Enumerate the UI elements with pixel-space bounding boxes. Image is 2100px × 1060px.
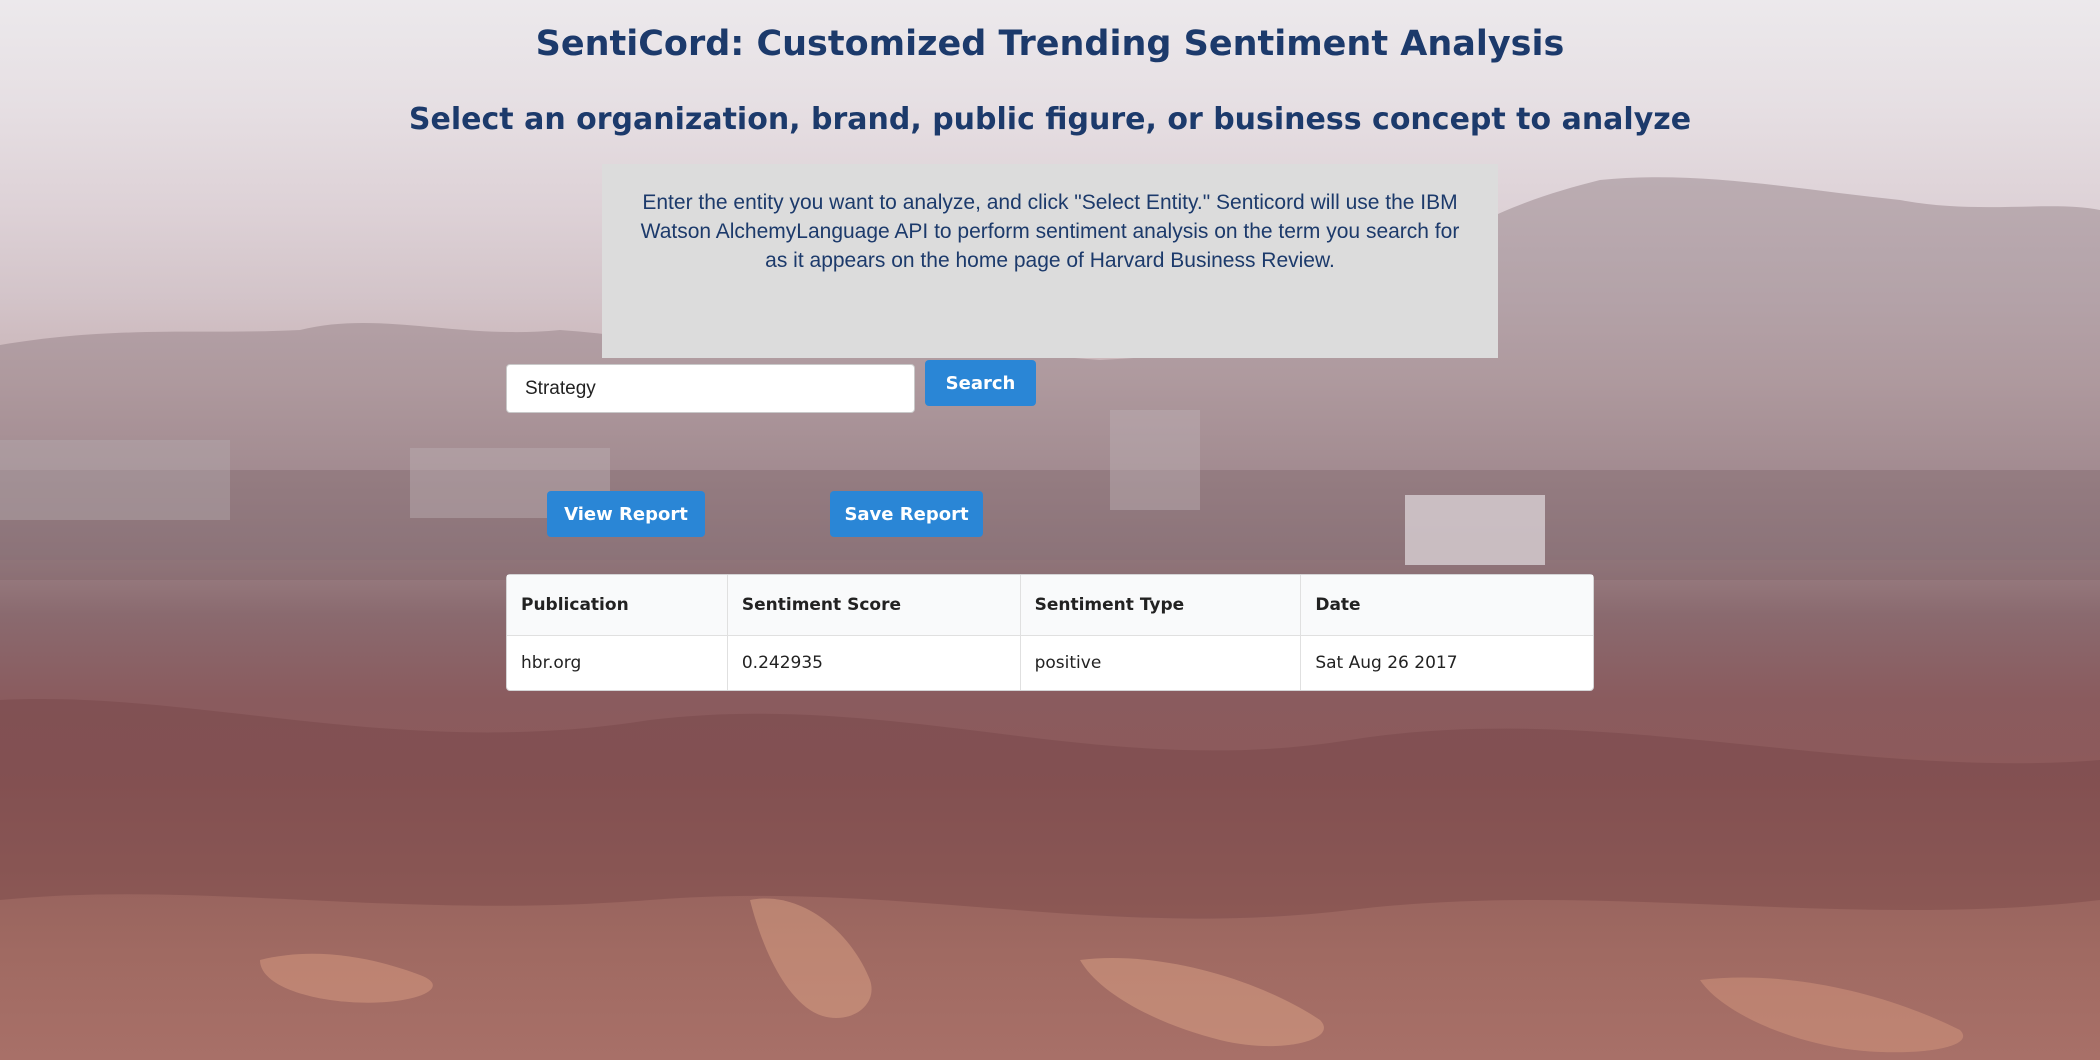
cell-publication: hbr.org	[521, 653, 582, 673]
instructions-panel: Enter the entity you want to analyze, an…	[602, 164, 1498, 358]
column-header-publication: Publication	[507, 575, 727, 636]
table-row: hbr.org 0.242935 positive Sat Aug 26 201…	[507, 636, 1593, 690]
cell-sentiment-score: 0.242935	[726, 636, 1020, 690]
save-report-button[interactable]: Save Report	[830, 491, 983, 537]
background-landscape-image	[0, 177, 2100, 1053]
page-subtitle: Select an organization, brand, public fi…	[408, 102, 1692, 137]
cell-sentiment-type: positive	[1019, 636, 1301, 690]
table-header-row: Publication Sentiment Score Sentiment Ty…	[507, 575, 1593, 636]
column-header-sentiment-type: Sentiment Type	[1019, 575, 1301, 636]
column-header-date: Date	[1300, 575, 1593, 636]
search-button[interactable]: Search	[925, 360, 1036, 406]
instructions-text: Enter the entity you want to analyze, an…	[640, 191, 1460, 272]
column-header-sentiment-score: Sentiment Score	[726, 575, 1020, 636]
view-report-button[interactable]: View Report	[547, 491, 705, 537]
entity-search-input[interactable]	[506, 364, 915, 413]
page-title: SentiCord: Customized Trending Sentiment…	[535, 24, 1565, 64]
cell-date: Sat Aug 26 2017	[1300, 636, 1593, 690]
results-table: Publication Sentiment Score Sentiment Ty…	[506, 574, 1594, 691]
